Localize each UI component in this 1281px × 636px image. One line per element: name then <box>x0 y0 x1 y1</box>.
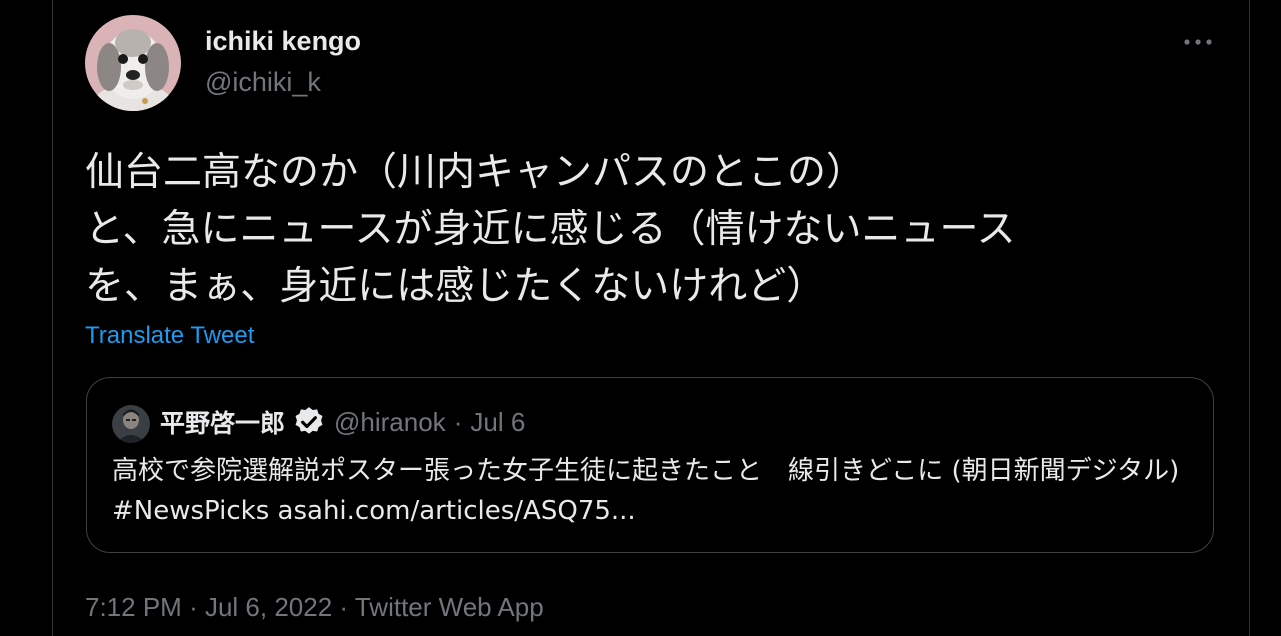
quoted-tweet-header: 平野啓一郎 @hiranok · Jul 6 <box>160 404 525 440</box>
tweet-source: Twitter Web App <box>354 592 544 622</box>
tweet-time[interactable]: 7:12 PM <box>85 592 182 622</box>
quoted-author-avatar <box>112 405 150 443</box>
person-avatar-icon <box>112 405 150 443</box>
verified-badge-icon <box>295 407 323 434</box>
timeline-right-border <box>1249 0 1250 636</box>
tweet-meta: 7:12 PM · Jul 6, 2022 · Twitter Web App <box>85 592 544 623</box>
author-name[interactable]: ichiki kengo <box>205 26 361 57</box>
tweet-text: 仙台二高なのか（川内キャンパスのとこの） と、急にニュースが身近に感じる（情けな… <box>85 150 1016 309</box>
dog-avatar-icon <box>85 15 181 111</box>
translate-tweet-link[interactable]: Translate Tweet <box>85 322 254 350</box>
meta-separator: · <box>189 592 198 622</box>
more-options-button[interactable] <box>1180 30 1216 54</box>
tweet-date[interactable]: Jul 6, 2022 <box>205 592 332 622</box>
meta-separator: · <box>339 592 349 622</box>
quoted-author-handle[interactable]: @hiranok <box>334 407 446 438</box>
author-avatar[interactable] <box>85 15 181 111</box>
quoted-tweet-date[interactable]: Jul 6 <box>470 407 525 438</box>
quoted-tweet-card[interactable]: 平野啓一郎 @hiranok · Jul 6 高校で参院選解説ポスター張った女子… <box>86 377 1214 553</box>
quoted-tweet-text: 高校で参院選解説ポスター張った女子生徒に起きたこと 線引きどこに (朝日新聞デジ… <box>112 456 1180 526</box>
quoted-author-name[interactable]: 平野啓一郎 <box>160 404 285 440</box>
quoted-header-separator: · <box>453 406 463 437</box>
timeline-left-border <box>52 0 53 636</box>
author-handle[interactable]: @ichiki_k <box>205 67 321 98</box>
more-horizontal-icon <box>1184 39 1212 45</box>
